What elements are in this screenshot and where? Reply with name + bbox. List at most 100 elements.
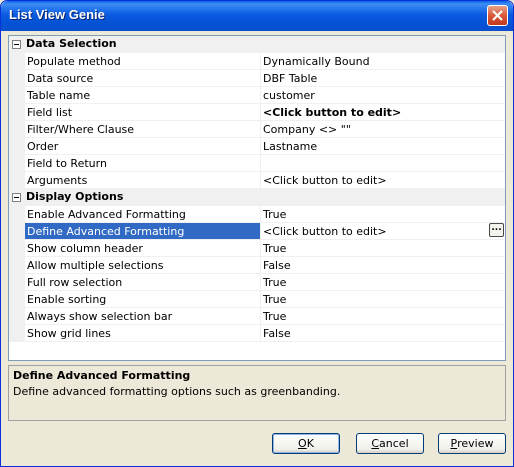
- property-value-cell[interactable]: <Click button to edit>: [261, 104, 505, 121]
- property-name: Data source: [27, 72, 94, 85]
- property-name-cell[interactable]: Field list: [25, 104, 261, 121]
- property-row[interactable]: Always show selection bar True: [9, 308, 505, 325]
- property-value-cell[interactable]: <Click button to edit>...: [261, 223, 505, 240]
- row-gutter: [9, 240, 25, 257]
- category-label: Data Selection: [26, 37, 117, 50]
- property-name: Allow multiple selections: [27, 259, 164, 272]
- property-row[interactable]: Order Lastname: [9, 138, 505, 155]
- property-value: True: [263, 208, 287, 221]
- close-button[interactable]: [487, 5, 508, 26]
- property-value: Company <> "": [263, 123, 351, 136]
- property-value: <Click button to edit>: [263, 174, 387, 187]
- title-bar[interactable]: List View Genie: [1, 1, 513, 31]
- property-row[interactable]: Field list <Click button to edit>: [9, 104, 505, 121]
- property-name-cell[interactable]: Arguments: [25, 172, 261, 189]
- property-row[interactable]: Table name customer: [9, 87, 505, 104]
- property-value-cell[interactable]: False: [261, 257, 505, 274]
- row-gutter: [9, 291, 25, 308]
- property-name-cell[interactable]: Allow multiple selections: [25, 257, 261, 274]
- description-text: Define advanced formatting options such …: [13, 385, 341, 398]
- property-value: True: [263, 242, 287, 255]
- property-value-cell[interactable]: Lastname: [261, 138, 505, 155]
- category-row[interactable]: Display Options: [9, 189, 505, 206]
- property-value-cell[interactable]: customer: [261, 87, 505, 104]
- property-value-cell[interactable]: DBF Table: [261, 70, 505, 87]
- property-value: <Click button to edit>: [263, 225, 387, 238]
- property-name: Show column header: [27, 242, 143, 255]
- property-value-cell[interactable]: True: [261, 206, 505, 223]
- property-name-cell[interactable]: Show column header: [25, 240, 261, 257]
- description-title: Define Advanced Formatting: [13, 369, 191, 382]
- property-row[interactable]: Arguments <Click button to edit>: [9, 172, 505, 189]
- ok-button[interactable]: OK: [272, 433, 340, 454]
- property-name-cell[interactable]: Table name: [25, 87, 261, 104]
- category-row[interactable]: Data Selection: [9, 36, 505, 53]
- property-row[interactable]: Enable Advanced Formatting True: [9, 206, 505, 223]
- property-row[interactable]: Data source DBF Table: [9, 70, 505, 87]
- property-row[interactable]: Full row selection True: [9, 274, 505, 291]
- property-row[interactable]: Filter/Where Clause Company <> "": [9, 121, 505, 138]
- window-title: List View Genie: [9, 7, 105, 22]
- cancel-label-key: C: [371, 437, 380, 450]
- property-value-cell[interactable]: False: [261, 325, 505, 342]
- close-icon: [492, 10, 503, 21]
- property-name: Full row selection: [27, 276, 123, 289]
- collapse-icon[interactable]: [12, 40, 21, 49]
- property-row[interactable]: Allow multiple selections False: [9, 257, 505, 274]
- property-name-cell[interactable]: Show grid lines: [25, 325, 261, 342]
- property-value-cell[interactable]: [261, 155, 505, 172]
- property-value: Dynamically Bound: [263, 55, 370, 68]
- row-gutter: [9, 53, 25, 70]
- property-row[interactable]: Show grid lines False: [9, 325, 505, 342]
- property-value: False: [263, 327, 291, 340]
- property-name: Enable Advanced Formatting: [27, 208, 186, 221]
- row-gutter: [9, 70, 25, 87]
- description-pane: Define Advanced Formatting Define advanc…: [8, 365, 506, 421]
- property-name-cell[interactable]: Enable Advanced Formatting: [25, 206, 261, 223]
- property-name-cell[interactable]: Define Advanced Formatting: [25, 223, 261, 240]
- property-name-cell[interactable]: Full row selection: [25, 274, 261, 291]
- property-row[interactable]: Enable sorting True: [9, 291, 505, 308]
- property-grid[interactable]: Data Selection Populate method Dynamically…: [8, 35, 506, 361]
- ok-label-key: O: [298, 437, 307, 450]
- property-name: Filter/Where Clause: [27, 123, 135, 136]
- property-row[interactable]: Show column header True: [9, 240, 505, 257]
- property-row[interactable]: Define Advanced Formatting <Click button …: [9, 223, 505, 240]
- property-value-cell[interactable]: True: [261, 308, 505, 325]
- row-gutter: [9, 155, 25, 172]
- property-name: Populate method: [27, 55, 121, 68]
- property-name-cell[interactable]: Always show selection bar: [25, 308, 261, 325]
- cancel-button[interactable]: Cancel: [356, 433, 424, 454]
- property-value: True: [263, 293, 287, 306]
- dialog-window: List View Genie Data Selection Populate m…: [0, 0, 514, 467]
- property-row[interactable]: Field to Return: [9, 155, 505, 172]
- property-value-cell[interactable]: <Click button to edit>: [261, 172, 505, 189]
- property-value-cell[interactable]: True: [261, 274, 505, 291]
- property-name: Field list: [27, 106, 73, 119]
- property-row[interactable]: Populate method Dynamically Bound: [9, 53, 505, 70]
- ok-label-post: K: [306, 437, 314, 450]
- property-value: True: [263, 276, 287, 289]
- property-name-cell[interactable]: Field to Return: [25, 155, 261, 172]
- ellipsis-button[interactable]: ...: [489, 223, 504, 237]
- collapse-icon[interactable]: [12, 193, 21, 202]
- property-name-cell[interactable]: Populate method: [25, 53, 261, 70]
- property-value-cell[interactable]: True: [261, 291, 505, 308]
- property-name: Arguments: [27, 174, 88, 187]
- property-name-cell[interactable]: Enable sorting: [25, 291, 261, 308]
- property-value: customer: [263, 89, 315, 102]
- row-gutter: [9, 121, 25, 138]
- property-value-cell[interactable]: True: [261, 240, 505, 257]
- property-name-cell[interactable]: Filter/Where Clause: [25, 121, 261, 138]
- property-name-cell[interactable]: Data source: [25, 70, 261, 87]
- property-name-cell[interactable]: Order: [25, 138, 261, 155]
- row-gutter: [9, 138, 25, 155]
- preview-button[interactable]: Preview: [438, 433, 506, 454]
- preview-label-key: P: [450, 437, 458, 450]
- row-gutter: [9, 104, 25, 121]
- row-gutter: [9, 172, 25, 189]
- property-value-cell[interactable]: Company <> "": [261, 121, 505, 138]
- property-value: True: [263, 310, 287, 323]
- property-value-cell[interactable]: Dynamically Bound: [261, 53, 505, 70]
- property-name: Enable sorting: [27, 293, 107, 306]
